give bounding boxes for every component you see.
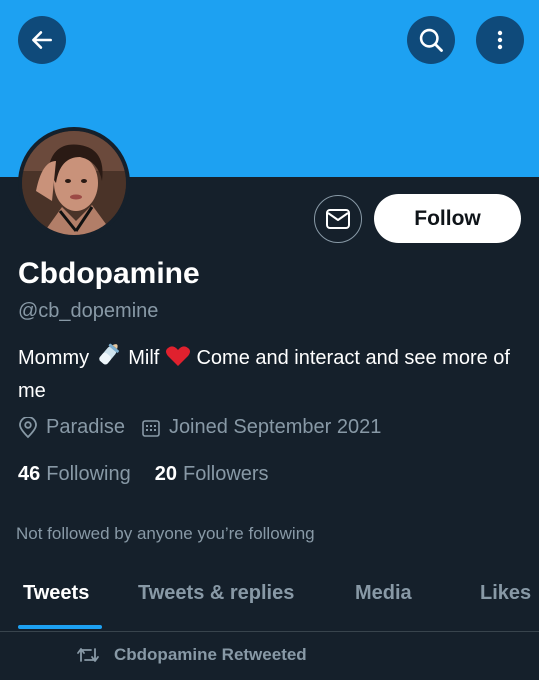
following-count: 46 <box>18 463 41 485</box>
bio-text-3: Come and interact and see more of me <box>18 347 510 402</box>
active-tab-indicator <box>18 625 102 629</box>
baby-bottle-icon <box>95 341 123 376</box>
profile-handle: @cb_dopemine <box>18 300 159 322</box>
tab-likes[interactable]: Likes <box>480 582 531 605</box>
location-pin-icon <box>19 416 37 438</box>
profile-meta: Paradise Joined September 2021 <box>18 416 397 439</box>
not-followed-notice: Not followed by anyone you’re following <box>16 524 315 543</box>
follow-counts: 46 Following 20 Followers <box>18 463 293 486</box>
retweet-icon <box>77 648 99 662</box>
location: Paradise <box>18 416 125 439</box>
join-date: Joined September 2021 <box>141 416 381 439</box>
avatar[interactable] <box>18 127 130 239</box>
profile-tabs: Tweets Tweets & replies Media Likes <box>0 570 539 632</box>
retweet-label: Cbdopamine Retweeted <box>114 645 307 664</box>
followers-count: 20 <box>154 463 177 485</box>
search-button[interactable] <box>407 16 455 64</box>
followers-link[interactable]: 20 Followers <box>155 463 269 486</box>
following-label: Following <box>46 463 131 485</box>
following-link[interactable]: 46 Following <box>18 463 131 486</box>
more-options-button[interactable] <box>476 16 524 64</box>
red-heart-icon <box>165 345 191 376</box>
bio-text-2: Milf <box>128 347 160 369</box>
envelope-icon <box>326 209 350 229</box>
profile-bio: Mommy Milf Come and interact and see mor… <box>18 341 518 406</box>
more-vertical-icon <box>497 30 503 50</box>
join-date-text: Joined September 2021 <box>168 416 382 438</box>
back-arrow-icon <box>32 31 52 49</box>
message-button[interactable] <box>314 195 362 243</box>
profile-name: Cbdopamine <box>18 257 200 290</box>
followers-label: Followers <box>182 463 269 485</box>
search-icon <box>419 28 443 52</box>
follow-button[interactable]: Follow <box>374 194 521 243</box>
bio-text-1: Mommy <box>18 347 90 369</box>
calendar-icon <box>142 419 160 437</box>
tab-media[interactable]: Media <box>355 582 412 605</box>
location-text: Paradise <box>46 416 125 438</box>
tab-tweets[interactable]: Tweets <box>23 582 89 605</box>
tab-tweets-replies[interactable]: Tweets & replies <box>138 582 294 605</box>
back-button[interactable] <box>18 16 66 64</box>
retweet-context: Cbdopamine Retweeted <box>76 645 307 665</box>
